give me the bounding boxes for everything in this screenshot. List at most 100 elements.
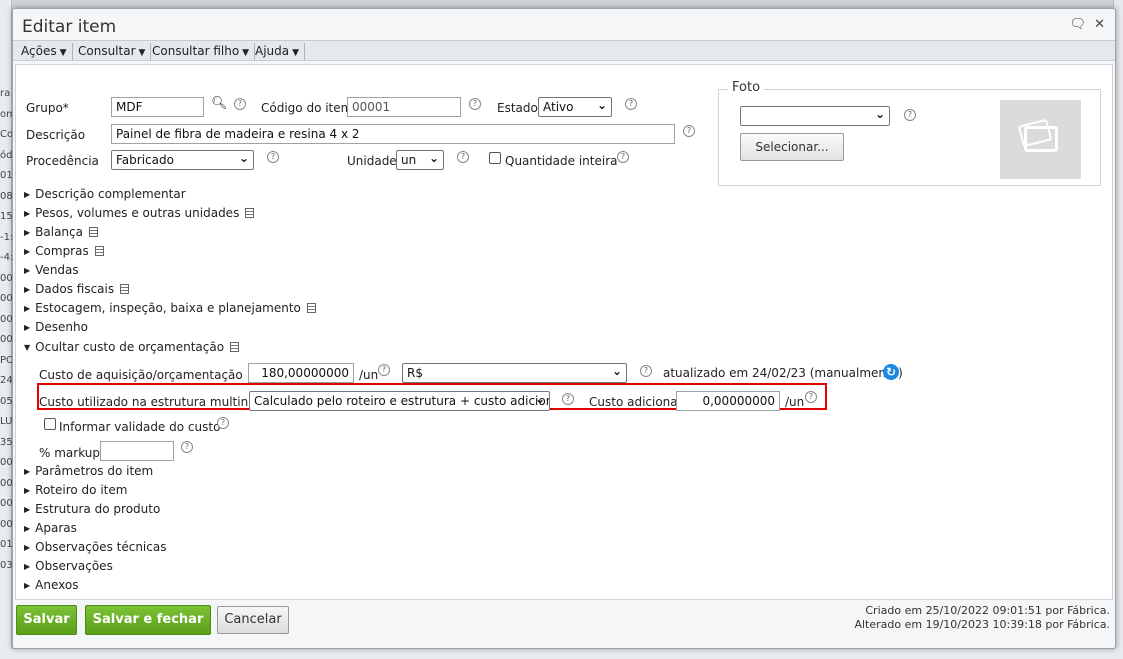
section-label: Vendas [35, 263, 79, 277]
procedencia-select[interactable]: Fabricado ⌄ [111, 150, 254, 170]
section-bottom-2[interactable]: ▶ Estrutura do produto [24, 502, 160, 516]
section-bottom-1[interactable]: ▶ Roteiro do item [24, 483, 127, 497]
section-label: Aparas [35, 521, 77, 535]
triangle-right-icon: ▶ [24, 562, 31, 571]
background-fragment: 00 [0, 334, 12, 345]
unidade-select[interactable]: un ⌄ [396, 150, 444, 170]
triangle-right-icon: ▶ [24, 486, 31, 495]
section-label: Pesos, volumes e outras unidades [35, 206, 240, 220]
custo-multinivel-select[interactable]: Calculado pelo roteiro e estrutura + cus… [249, 391, 550, 411]
menu-ajuda[interactable]: Ajuda ▼ [250, 43, 306, 60]
custo-multinivel-label: Custo utilizado na estrutura multinível [39, 395, 270, 409]
background-fragment: ra [0, 88, 11, 99]
descricao-input[interactable]: Painel de fibra de madeira e resina 4 x … [111, 124, 675, 144]
chat-bubble-icon[interactable]: 🗨︎ [1069, 17, 1086, 32]
triangle-right-icon: ▶ [24, 467, 31, 476]
triangle-right-icon: ▶ [24, 247, 31, 256]
background-fragment: 00 [0, 272, 12, 284]
triangle-right-icon: ▶ [24, 524, 31, 533]
caret-down-icon: ▼ [59, 48, 67, 58]
section-top-4[interactable]: ▶ Vendas [24, 263, 79, 277]
document-icon [230, 342, 240, 352]
dialog-title: Editar item [22, 17, 117, 37]
section-label: Parâmetros do item [35, 464, 154, 478]
section-top-5[interactable]: ▶ Dados fiscais [24, 282, 130, 296]
help-icon[interactable]: ? [469, 98, 481, 110]
help-icon[interactable]: ? [683, 125, 695, 137]
section-bottom-3[interactable]: ▶ Aparas [24, 521, 77, 535]
triangle-right-icon: ▶ [24, 505, 31, 514]
background-fragment: -4: [0, 252, 12, 263]
section-top-1[interactable]: ▶ Pesos, volumes e outras unidades [24, 206, 255, 220]
help-icon[interactable]: ? [805, 391, 817, 403]
codigo-input[interactable]: 00001 [347, 97, 461, 117]
estado-select[interactable]: Ativo ⌄ [538, 97, 612, 117]
help-icon[interactable]: ? [267, 151, 279, 163]
help-icon[interactable]: ? [457, 151, 469, 163]
menu-consultar[interactable]: Consultar ▼ [73, 43, 152, 60]
menu-bar: Ações ▼ Consultar ▼ Consultar filho ▼ Ajuda… [13, 40, 1115, 61]
background-fragment: LU [0, 416, 12, 427]
triangle-right-icon: ▶ [24, 209, 31, 218]
help-icon[interactable]: ? [378, 364, 390, 376]
section-ocultar-custo[interactable]: ▼ Ocultar custo de orçamentação [24, 340, 240, 354]
background-fragment: ód [0, 149, 12, 161]
custo-aquisicao-input[interactable]: 180,00000000 [248, 363, 354, 383]
section-top-6[interactable]: ▶ Estocagem, inspeção, baixa e planejamen… [24, 301, 316, 315]
quantidade-inteira-checkbox[interactable] [489, 152, 501, 164]
chevron-down-icon: ⌄ [596, 98, 607, 112]
help-icon[interactable]: ? [181, 441, 193, 453]
section-label: Balança [35, 225, 83, 239]
section-label: Dados fiscais [35, 282, 115, 296]
save-button[interactable]: Salvar [16, 605, 77, 635]
background-fragment: 00 [0, 293, 12, 304]
help-icon[interactable]: ? [904, 109, 916, 121]
triangle-right-icon: ▶ [24, 543, 31, 552]
foto-select[interactable]: ⌄ [740, 106, 890, 126]
caret-down-icon: ▼ [292, 48, 300, 58]
per-unit-label: /un [359, 368, 379, 382]
edit-item-dialog: Editar item 🗨︎ ✕ Ações ▼ Consultar ▼ Consu… [12, 8, 1116, 649]
background-fragment: 08 [0, 190, 12, 202]
chevron-down-icon: ⌄ [611, 364, 622, 378]
help-icon[interactable]: ? [562, 393, 574, 405]
help-icon[interactable]: ? [640, 365, 652, 377]
procedencia-value: Fabricado [116, 153, 174, 167]
cancel-button[interactable]: Cancelar [217, 606, 289, 634]
section-top-2[interactable]: ▶ Balança [24, 225, 98, 239]
section-bottom-6[interactable]: ▶ Anexos [24, 578, 78, 592]
menu-consultar-filho[interactable]: Consultar filho ▼ [147, 43, 256, 60]
estado-value: Ativo [543, 100, 574, 114]
section-label: Roteiro do item [35, 483, 128, 497]
custo-adicional-label: Custo adicional [589, 395, 681, 409]
section-bottom-5[interactable]: ▶ Observações [24, 559, 113, 573]
grupo-input[interactable]: MDF [111, 97, 204, 117]
search-icon[interactable]: 🔍︎ [211, 96, 228, 111]
validade-custo-checkbox[interactable] [44, 418, 56, 430]
markup-input[interactable] [100, 441, 174, 461]
menu-acoes[interactable]: Ações ▼ [16, 43, 73, 60]
refresh-icon[interactable]: ↻ [883, 364, 899, 380]
custo-aquisicao-label: Custo de aquisição/orçamentação [39, 368, 243, 382]
document-icon [306, 303, 316, 313]
selecionar-foto-button[interactable]: Selecionar... [740, 133, 844, 161]
document-icon [94, 246, 104, 256]
help-icon[interactable]: ? [234, 98, 246, 110]
help-icon[interactable]: ? [217, 417, 229, 429]
section-label: Estrutura do produto [35, 502, 161, 516]
background-taskbar [0, 649, 1123, 659]
section-bottom-4[interactable]: ▶ Observações técnicas [24, 540, 166, 554]
section-top-7[interactable]: ▶ Desenho [24, 320, 88, 334]
background-fragment: -1: [0, 231, 12, 243]
close-icon[interactable]: ✕ [1094, 17, 1105, 32]
help-icon[interactable]: ? [625, 98, 637, 110]
background-fragment: 35 [0, 436, 12, 448]
section-bottom-0[interactable]: ▶ Parâmetros do item [24, 464, 153, 478]
save-and-close-button[interactable]: Salvar e fechar [85, 605, 211, 635]
section-top-3[interactable]: ▶ Compras [24, 244, 104, 258]
currency-select[interactable]: R$ ⌄ [402, 363, 627, 383]
custo-adicional-input[interactable]: 0,00000000 [676, 391, 780, 411]
help-icon[interactable]: ? [617, 151, 629, 163]
section-top-0[interactable]: ▶ Descrição complementar [24, 187, 186, 201]
document-icon [120, 284, 130, 294]
